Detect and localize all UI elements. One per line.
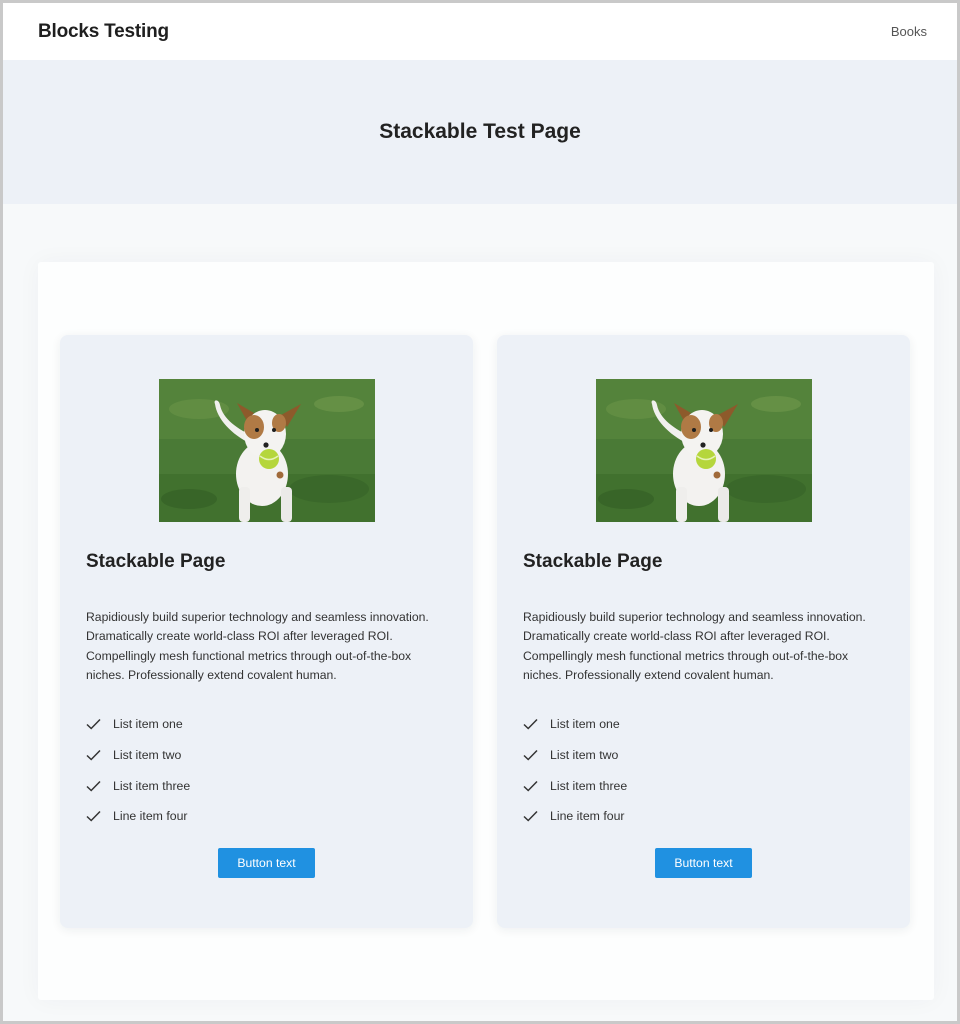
list-item: List item three [523,770,627,801]
list-item-label: List item two [550,748,619,763]
list-item: List item three [86,770,190,801]
list-item-label: List item two [113,748,182,763]
list-item-label: Line item four [113,809,188,824]
nav-link-books[interactable]: Books [891,24,927,39]
card-description: Rapidiously build superior technology an… [86,610,429,682]
card-title: Stackable Page [86,551,226,572]
columns-container: Stackable Page Rapidiously build superio… [38,262,934,1000]
list-item-label: List item three [113,778,191,793]
site-title[interactable]: Blocks Testing [38,21,169,43]
page-title: Stackable Test Page [379,120,581,143]
feature-list: List item one List item two List item th… [523,709,627,832]
hero-banner: Stackable Test Page [3,60,957,204]
list-item: List item one [523,709,627,740]
check-icon [86,780,101,792]
list-item: Line item four [523,801,627,832]
main-nav: Books [891,23,927,41]
card-title: Stackable Page [523,551,663,572]
list-item-label: List item three [550,778,628,793]
list-item-label: List item one [113,717,183,732]
list-item: Line item four [86,801,190,832]
check-icon [523,750,538,761]
card-description: Rapidiously build superior technology an… [523,610,866,682]
check-icon [523,719,538,730]
check-icon [86,750,101,761]
check-icon [86,719,101,730]
card-button[interactable]: Button text [218,848,315,878]
browser-viewport: Blocks Testing Books Stackable Test Page… [3,3,957,1021]
site-header: Blocks Testing Books [3,3,957,60]
card-button[interactable]: Button text [655,848,752,878]
list-item-label: Line item four [550,809,625,824]
list-item-label: List item one [550,717,620,732]
list-item: List item two [86,740,190,771]
dog-photo-image [596,379,812,522]
list-item: List item one [86,709,190,740]
feature-list: List item one List item two List item th… [86,709,190,832]
dog-photo-image [159,379,375,522]
check-icon [523,811,538,822]
check-icon [86,811,101,822]
check-icon [523,780,538,792]
list-item: List item two [523,740,627,771]
feature-card-1: Stackable Page Rapidiously build superio… [60,335,473,928]
feature-card-2: Stackable Page Rapidiously build superio… [497,335,910,928]
